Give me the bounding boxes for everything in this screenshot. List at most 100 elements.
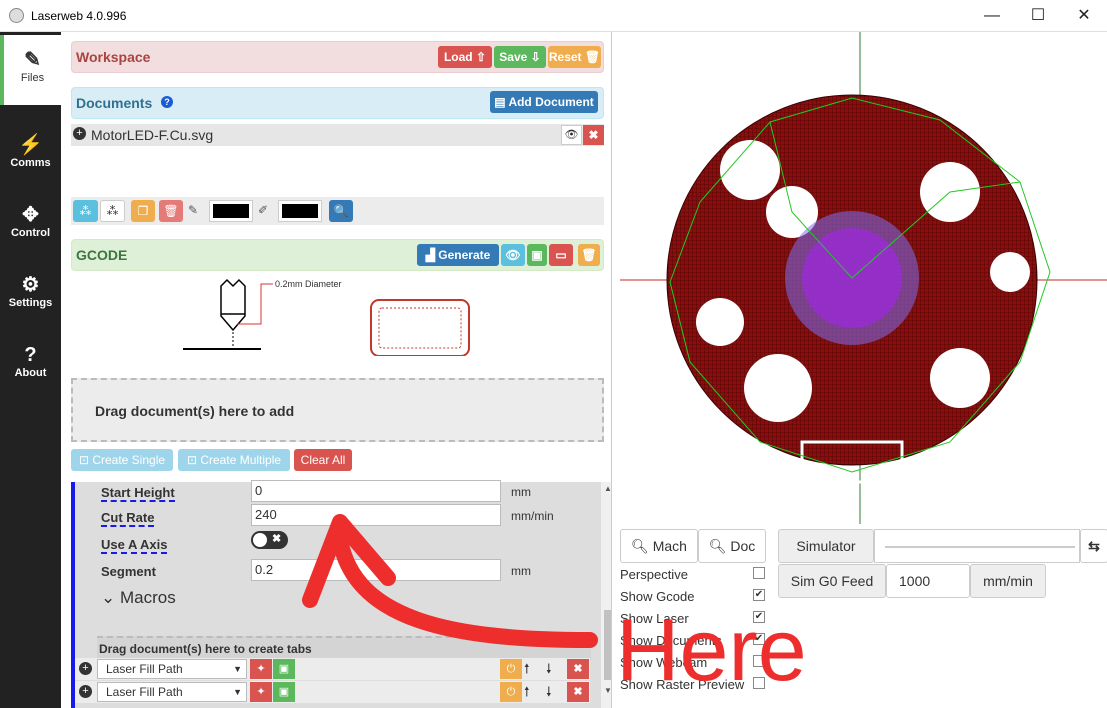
window-title: Laserweb 4.0.996 [31,9,127,23]
chevron-down-icon: ⌄ [101,588,120,607]
expand-icon[interactable]: + [73,127,86,140]
sim-feed-unit: mm/min [970,564,1046,598]
maximize-button[interactable]: ☐ [1015,0,1061,32]
gears-icon: ⚙ [21,274,40,296]
create-multiple-button[interactable]: ⊡ Create Multiple [178,449,290,471]
annotation-text: Here [616,600,807,699]
pencil-icon: ✎ [188,203,199,217]
sim-feed-input[interactable]: 1000 [886,564,970,598]
plug-icon: ⚡ [18,134,43,156]
sidebar-item-files[interactable]: ✎ Files [0,35,61,105]
document-toolbar: ⁂ ⁂ ❐ 🗑 ✎ ✐ 🔍 [71,197,604,225]
sidebar-item-label: Control [10,227,51,239]
x-icon: ✖ [272,533,282,545]
tool-diagram: 0.2mm Diameter [183,278,470,356]
create-single-button[interactable]: ⊡ Create Single [71,449,173,471]
save-button[interactable]: Save ⇩ [494,46,546,68]
view-gcode-button[interactable]: 👁 [501,244,525,266]
close-window-button[interactable]: ✕ [1061,0,1107,32]
search-icon[interactable]: 🔍 [329,200,353,222]
sidebar-item-comms[interactable]: ⚡ Comms [0,120,61,190]
operation-type-select[interactable]: Laser Fill Path ▼ [97,659,247,679]
search-icon: 🔍︎ [708,538,731,554]
gcode-title: GCODE [76,247,128,263]
expand-icon[interactable]: + [79,685,92,698]
simulator-slider[interactable] [874,529,1080,563]
sidebar-item-label: Settings [8,297,53,309]
start-height-label: Start Height [101,485,175,502]
sidebar-item-control[interactable]: ✥ Control [0,190,61,260]
document-name: MotorLED-F.Cu.svg [91,127,214,143]
simulator-label: Simulator [778,529,874,563]
app-icon [9,8,24,23]
brush-icon: ✐ [258,203,269,217]
drop-zone-add[interactable]: Drag document(s) here to add [71,378,604,442]
wand-icon[interactable]: ✦ [250,659,272,679]
macros-toggle[interactable]: ⌄ Macros [101,588,176,608]
scroll-up-icon[interactable]: ▲ [604,484,611,493]
sidebar-item-label: Comms [10,157,51,169]
frames-icon: ⊡ [186,453,201,467]
workspace-title: Workspace [76,49,151,65]
frame-icon: ⊡ [78,453,93,467]
cut-rate-label: Cut Rate [101,510,155,527]
perspective-checkbox[interactable] [753,567,765,579]
edit-icon: ✎ [24,49,41,71]
sidebar: ✎ Files ⚡ Comms ✥ Control ⚙ Settings ? A… [0,32,61,708]
add-document-button[interactable]: ▤ Add Document [490,91,598,113]
search-icon: 🔍︎ [631,538,653,554]
wand-icon[interactable]: ✦ [250,682,272,702]
documents-panel: Documents ? ▤ Add Document [71,87,604,119]
save-gcode-button[interactable]: ▣ [527,244,547,266]
mach-view-button[interactable]: 🔍︎ Mach [620,529,698,563]
swap-arrows-icon[interactable]: ⇆ [1080,529,1107,563]
eye-icon[interactable]: 👁 [561,125,582,145]
minimize-button[interactable]: — [969,0,1015,32]
start-height-input[interactable]: 0 [251,480,501,502]
workspace-panel: Workspace Load ⇧ Save ⇩ Reset 🗑 [71,41,604,73]
dropdown-icon: ▼ [233,664,242,674]
pcb-preview [620,32,1107,524]
sim-feed-label: Sim G0 Feed [778,564,886,598]
gcode-panel: GCODE ▟ Generate 👁 ▣ ▭ 🗑 [71,239,604,271]
remove-document-button[interactable]: ✖ [583,125,604,145]
help-icon[interactable]: ? [161,96,173,108]
dropdown-icon: ▼ [233,687,242,697]
document-row[interactable]: + MotorLED-F.Cu.svg 👁 ✖ [71,124,604,146]
plus-folder-icon: ▤ [494,95,509,109]
save-icon[interactable]: ▣ [273,682,295,702]
copy-icon[interactable]: ❐ [131,200,155,222]
drop-zone-tabs-label: Drag document(s) here to create tabs [99,642,312,656]
sidebar-item-settings[interactable]: ⚙ Settings [0,260,61,330]
clear-all-button[interactable]: Clear All [294,449,352,471]
arrows-icon: ✥ [22,204,39,226]
drop-zone-label: Drag document(s) here to add [95,403,295,419]
perspective-label: Perspective [620,567,688,582]
documents-title: Documents [76,95,153,111]
load-gcode-button[interactable]: ▭ [549,244,573,266]
use-a-axis-toggle[interactable]: ✖ [251,531,288,549]
diameter-label: 0.2mm Diameter [275,279,342,289]
operation-type-select[interactable]: Laser Fill Path ▼ [97,682,247,702]
sidebar-item-about[interactable]: ? About [0,330,61,400]
stroke-color-picker[interactable] [209,200,253,222]
save-icon[interactable]: ▣ [273,659,295,679]
reset-button[interactable]: Reset 🗑 [548,46,601,68]
segment-label: Segment [101,564,156,579]
doc-view-button[interactable]: 🔍︎ Doc [698,529,766,563]
clear-gcode-button[interactable]: 🗑 [578,244,600,266]
question-icon: ? [24,344,37,366]
use-a-axis-label: Use A Axis [101,537,168,554]
workspace-canvas[interactable] [620,32,1107,524]
sidebar-item-label: Files [20,72,45,84]
chart-icon: ▟ [425,248,439,262]
annotation-arrow [302,514,598,648]
trash-icon[interactable]: 🗑 [159,200,183,222]
load-button[interactable]: Load ⇧ [438,46,492,68]
select-all-icon[interactable]: ⁂ [73,200,98,222]
start-height-unit: mm [511,485,531,499]
generate-button[interactable]: ▟ Generate [417,244,499,266]
fill-color-picker[interactable] [278,200,322,222]
select-none-icon[interactable]: ⁂ [100,200,125,222]
expand-icon[interactable]: + [79,662,92,675]
